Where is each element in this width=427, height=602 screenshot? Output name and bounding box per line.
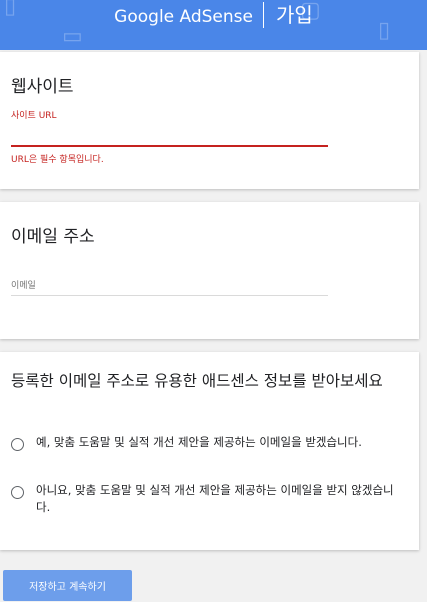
save-and-continue-button[interactable]: 저장하고 계속하기 (3, 570, 132, 601)
page-label: 가입 (276, 3, 313, 27)
newsletter-question: 등록한 이메일 주소로 유용한 애드센스 정보를 받아보세요 (11, 372, 383, 390)
header-bar: ▯ ▭ ▢ ▯ Google AdSense 가입 (0, 0, 427, 50)
header-title: Google AdSense 가입 (0, 2, 427, 30)
option-yes-label: 예, 맞춤 도움말 및 실적 개선 제안을 제공하는 이메일을 받겠습니다. (36, 435, 362, 449)
email-label: 이메일 (11, 281, 36, 291)
site-url-error: URL은 필수 항목입니다. (11, 155, 104, 165)
website-card: 웹사이트 사이트 URL URL은 필수 항목입니다. (0, 52, 419, 189)
website-title: 웹사이트 (11, 77, 74, 97)
title-divider (263, 2, 264, 28)
newsletter-card: 등록한 이메일 주소로 유용한 애드센스 정보를 받아보세요 예, 맞춤 도움말… (0, 352, 419, 550)
email-card: 이메일 주소 이메일 (0, 202, 419, 339)
site-url-label: 사이트 URL (11, 111, 57, 121)
email-input[interactable] (11, 295, 328, 296)
adsense-logo: Google AdSense (114, 7, 253, 27)
email-title: 이메일 주소 (11, 227, 95, 247)
radio-button-no[interactable] (11, 486, 24, 499)
option-no-label: 아니요, 맞춤 도움말 및 실적 개선 제안을 제공하는 이메일을 받지 않겠습… (36, 483, 394, 514)
radio-button-yes[interactable] (11, 438, 24, 451)
site-url-input[interactable] (11, 145, 328, 147)
